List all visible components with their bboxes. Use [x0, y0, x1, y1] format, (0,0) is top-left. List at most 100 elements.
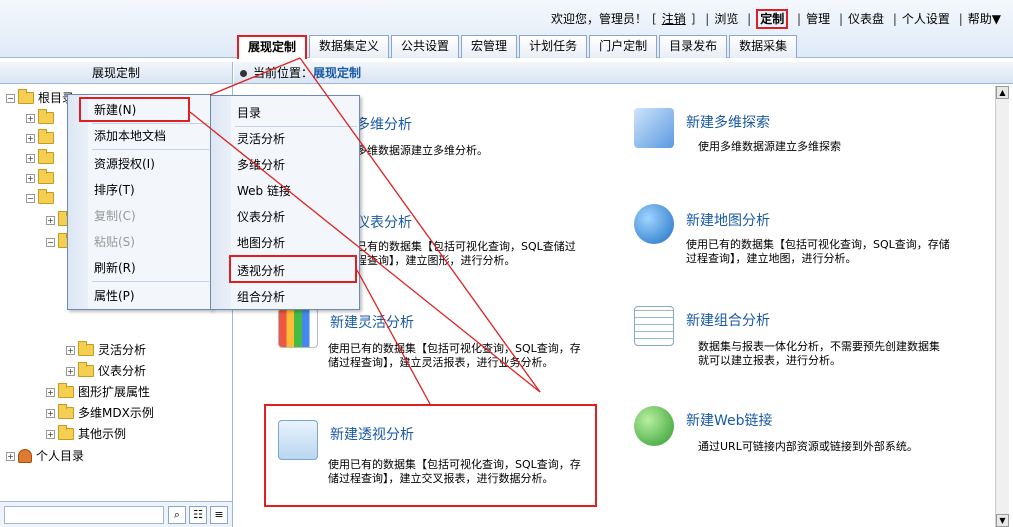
expand-icon[interactable]: + [46, 387, 55, 397]
expand-icon[interactable]: + [6, 451, 15, 461]
table-combo-icon [634, 306, 674, 346]
tree-node-flex[interactable]: + 灵活分析 [66, 340, 146, 360]
tree-label-flex: 灵活分析 [98, 343, 147, 357]
submenu-item-dashboard[interactable]: 仪表分析 [211, 206, 285, 228]
tree-label-graph: 图形扩展属性 [78, 385, 151, 399]
breadcrumb-label: 当前位置： [253, 66, 314, 80]
tree-node-personal[interactable]: + 个人目录 [6, 446, 84, 466]
collapse-icon[interactable]: − [6, 93, 15, 103]
left-panel-title: 展现定制 [0, 62, 232, 84]
card-olap-desc: 多维数据源建立多维分析。 [356, 144, 488, 157]
menu-item-paste[interactable]: 粘贴(S) [68, 231, 135, 253]
expand-icon[interactable]: + [66, 366, 75, 376]
expand-icon[interactable]: + [26, 153, 35, 163]
tree-label-other: 其他示例 [78, 427, 127, 441]
card-dashboard-title[interactable]: 仪表分析 [356, 212, 412, 232]
tab-data-collection[interactable]: 数据采集 [729, 35, 798, 58]
help-menu[interactable]: 帮助▼ [968, 12, 1001, 26]
card-map-title[interactable]: 新建地图分析 [686, 210, 770, 230]
folder-icon [38, 189, 54, 204]
web-globe-icon [634, 406, 674, 446]
tab-portal-customize[interactable]: 门户定制 [589, 35, 658, 58]
expand-icon[interactable]: + [26, 173, 35, 183]
tab-public-settings[interactable]: 公共设置 [391, 35, 460, 58]
card-flex-title[interactable]: 新建灵活分析 [330, 312, 414, 332]
card-olap-title[interactable]: 多维分析 [356, 114, 412, 134]
highlight-new [79, 97, 190, 122]
folder-icon [58, 383, 74, 398]
browse-link[interactable]: 浏览 [714, 12, 738, 26]
scroll-up-icon[interactable]: ▲ [996, 86, 1009, 99]
submenu-item-flex[interactable]: 灵活分析 [211, 128, 285, 150]
card-explore-desc: 使用多维数据源建立多维探索 [698, 140, 841, 153]
expand-icon[interactable]: + [46, 429, 55, 439]
breadcrumb: 当前位置：展现定制 [234, 62, 1013, 84]
expand-icon[interactable]: + [26, 133, 35, 143]
vertical-scrollbar[interactable]: ▲ ▼ [995, 86, 1009, 527]
submenu-item-combo[interactable]: 组合分析 [211, 286, 285, 308]
globe-icon [634, 204, 674, 244]
breadcrumb-current[interactable]: 展现定制 [313, 66, 361, 80]
collapse-icon[interactable]: − [46, 237, 55, 247]
tree-node-root[interactable]: − 根目录 [6, 88, 74, 108]
tree-view-icon[interactable]: ☷ [189, 506, 207, 524]
welcome-text: 欢迎您，管理员！ [551, 12, 648, 26]
tab-dataset-definition[interactable]: 数据集定义 [309, 35, 390, 58]
tree-node[interactable]: + [26, 108, 58, 128]
tree-node-mdx[interactable]: + 多维MDX示例 [46, 403, 154, 423]
folder-icon [38, 109, 54, 124]
tree-node-dashboard[interactable]: + 仪表分析 [66, 361, 146, 381]
logout-link[interactable]: 注销 [662, 12, 686, 26]
tab-scheduled-tasks[interactable]: 计划任务 [519, 35, 588, 58]
highlight-pivot-card [264, 404, 597, 507]
card-web-desc: 通过URL可链接内部资源或链接到外部系统。 [698, 440, 918, 453]
card-web-title[interactable]: 新建Web链接 [686, 410, 773, 430]
tree-node[interactable]: − [26, 188, 58, 208]
scroll-down-icon[interactable]: ▼ [996, 514, 1009, 527]
submenu-item-web[interactable]: Web 链接 [211, 180, 291, 202]
menu-item-properties[interactable]: 属性(P) [68, 285, 135, 307]
card-flex-desc: 使用已有的数据集【包括可视化查询，SQL查询，存储过程查询】，建立灵活报表，进行… [328, 342, 581, 369]
card-dashboard-desc: 已有的数据集【包括可视化查询，SQL查储过程查询】，建立图形，进行分析。 [356, 240, 576, 267]
tab-display-customize[interactable]: 展现定制 [237, 35, 308, 59]
folder-icon [18, 89, 34, 104]
tree-node-graph[interactable]: + 图形扩展属性 [46, 382, 150, 402]
collapse-icon[interactable]: − [26, 193, 35, 203]
manage-link[interactable]: 管理 [806, 12, 830, 26]
bar-chart-icon [278, 308, 318, 348]
folder-icon [38, 129, 54, 144]
expand-icon[interactable]: + [46, 408, 55, 418]
personal-settings-link[interactable]: 个人设置 [902, 12, 950, 26]
tab-catalog-publish[interactable]: 目录发布 [659, 35, 728, 58]
top-links: 欢迎您，管理员！[注销] | 浏览 | 定制 | 管理 | 仪表盘 | 个人设置 | 帮助▼ [549, 9, 1003, 29]
expand-icon[interactable]: + [46, 215, 55, 225]
tree-search-input[interactable] [4, 506, 164, 524]
menu-item-sort[interactable]: 排序(T) [68, 179, 135, 201]
top-bar: 欢迎您，管理员！[注销] | 浏览 | 定制 | 管理 | 仪表盘 | 个人设置 | 帮助▼… [0, 0, 1013, 59]
submenu-item-folder[interactable]: 目录 [211, 102, 261, 124]
folder-icon [58, 425, 74, 440]
submenu-item-map[interactable]: 地图分析 [211, 232, 285, 254]
tab-macro-management[interactable]: 宏管理 [461, 35, 518, 58]
tree-node-other[interactable]: + 其他示例 [46, 424, 126, 444]
menu-item-add-local-doc[interactable]: 添加本地文档 [68, 125, 166, 147]
customize-link[interactable]: 定制 [756, 9, 789, 29]
menu-item-copy[interactable]: 复制(C) [68, 205, 136, 227]
expand-icon[interactable]: + [26, 113, 35, 123]
card-explore-title[interactable]: 新建多维探索 [686, 112, 770, 132]
search-icon[interactable]: ⌕ [168, 506, 186, 524]
menu-item-refresh[interactable]: 刷新(R) [68, 257, 136, 279]
folder-icon [78, 341, 94, 356]
tree-node[interactable]: + [26, 168, 58, 188]
expand-icon[interactable]: + [66, 345, 75, 355]
card-combo-title[interactable]: 新建组合分析 [686, 310, 770, 330]
tree-node[interactable]: + [26, 148, 58, 168]
card-combo-desc: 数据集与报表一体化分析，不需要预先创建数据集就可以建立报表，进行分析。 [698, 340, 940, 367]
dashboard-link[interactable]: 仪表盘 [848, 12, 884, 26]
menu-item-authorize[interactable]: 资源授权(I) [68, 153, 155, 175]
list-view-icon[interactable]: ≡ [210, 506, 228, 524]
tree-node[interactable]: + [26, 128, 58, 148]
tree-label-dashboard: 仪表分析 [98, 364, 147, 378]
folder-icon [38, 169, 54, 184]
submenu-item-olap[interactable]: 多维分析 [211, 154, 285, 176]
